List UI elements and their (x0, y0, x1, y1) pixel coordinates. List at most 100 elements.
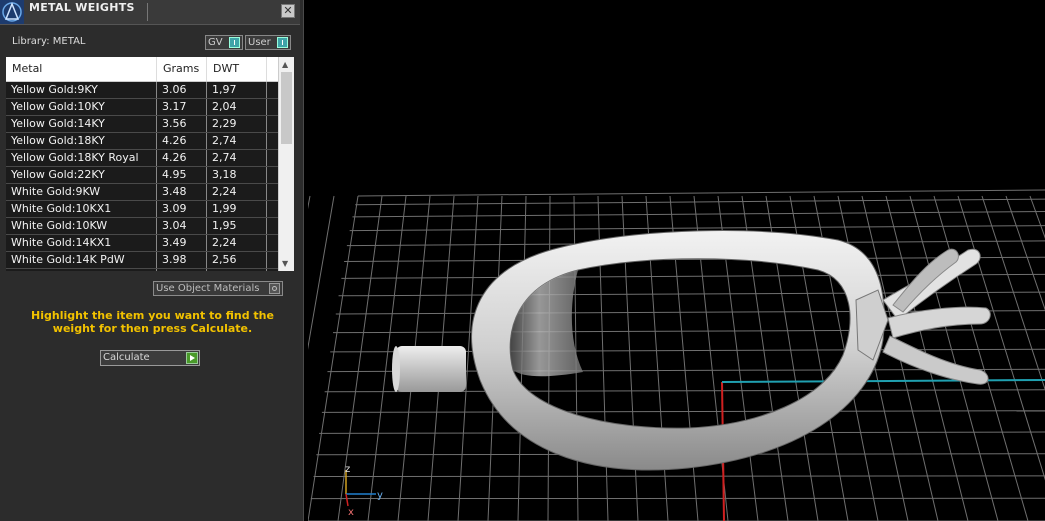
cell-grams: 4.26 (157, 150, 207, 166)
cell-spacer (267, 82, 278, 98)
table-row[interactable]: Yellow Gold:22KY 4.95 3,18 (6, 167, 278, 184)
grid-line (308, 195, 311, 210)
axis-gizmo: z y x (345, 464, 383, 518)
calculate-button[interactable]: Calculate (100, 350, 200, 366)
y-axis-line (721, 379, 1045, 383)
panel-titlebar[interactable]: METAL WEIGHTS ✕ (0, 0, 300, 25)
grid-line (321, 410, 1045, 413)
table-row[interactable]: White Gold:10KW 3.04 1,95 (6, 218, 278, 235)
cell-grams: 3.09 (157, 201, 207, 217)
table-scrollbar[interactable]: ▲ ▼ (278, 57, 294, 271)
column-header-dwt[interactable]: DWT (207, 57, 267, 81)
cell-spacer (267, 150, 278, 166)
cell-spacer (267, 133, 278, 149)
cell-grams: 3.17 (157, 99, 207, 115)
table-row[interactable]: Yellow Gold:9KY 3.06 1,97 (6, 82, 278, 99)
cell-grams: 3.06 (157, 82, 207, 98)
gizmo-y-label: y (377, 490, 383, 501)
column-header-metal[interactable]: Metal (6, 57, 157, 81)
cell-dwt: 1,99 (207, 269, 267, 271)
table-row[interactable]: Yellow Gold:10KY 3.17 2,04 (6, 99, 278, 116)
radio-icon[interactable] (269, 283, 280, 294)
gv-toggle-label: GV (208, 37, 223, 48)
grid-line (957, 195, 1045, 481)
use-object-materials-option[interactable]: Use Object Materials (153, 281, 283, 296)
table-row[interactable]: White Gold:9KW 3.48 2,24 (6, 184, 278, 201)
viewport-canvas[interactable]: z y x (308, 0, 1045, 521)
cell-spacer (267, 201, 278, 217)
scroll-up-icon[interactable]: ▲ (282, 60, 288, 69)
cell-spacer (267, 167, 278, 183)
gizmo-x-label: x (348, 507, 354, 518)
table-row[interactable]: White Gold:14K PdW 3.98 2,56 (6, 252, 278, 269)
cell-metal: White Gold:14KX1 (6, 235, 157, 251)
table-row[interactable]: Yellow Gold:18KY Royal 4.26 2,74 (6, 150, 278, 167)
cell-spacer (267, 116, 278, 132)
user-toggle-label: User (248, 37, 271, 48)
cell-dwt: 2,29 (207, 116, 267, 132)
cell-dwt: 2,24 (207, 184, 267, 200)
cell-spacer (267, 252, 278, 268)
cell-dwt: 1,97 (207, 82, 267, 98)
metal-weights-panel: METAL WEIGHTS ✕ Library: METAL GV User M… (0, 0, 304, 521)
table-body: Yellow Gold:9KY 3.06 1,97 Yellow Gold:10KY 3… (6, 82, 278, 271)
cell-dwt: 2,24 (207, 235, 267, 251)
cell-grams: 3.49 (157, 235, 207, 251)
user-toggle-knob-icon (277, 37, 288, 48)
cell-dwt: 2,04 (207, 99, 267, 115)
table-header: Metal Grams DWT (6, 57, 278, 82)
grid-line (308, 195, 335, 350)
cell-metal: Yellow Gold:22KY (6, 167, 157, 183)
cell-metal: White Gold:10KW (6, 218, 157, 234)
grid-line (308, 195, 359, 521)
column-header-grams[interactable]: Grams (157, 57, 207, 81)
cell-spacer (267, 184, 278, 200)
grid-line (933, 195, 1029, 521)
cell-grams: 4.95 (157, 167, 207, 183)
scroll-down-icon[interactable]: ▼ (282, 259, 288, 268)
cell-spacer (267, 99, 278, 115)
3d-viewport[interactable]: z y x (308, 0, 1045, 521)
gv-toggle[interactable]: GV (205, 35, 243, 50)
cell-metal: Yellow Gold:10KY (6, 99, 157, 115)
grid-line (357, 189, 1045, 197)
table-row[interactable]: Yellow Gold:14KY 3.56 2,29 (6, 116, 278, 133)
gizmo-z-label: z (345, 464, 350, 475)
close-button[interactable]: ✕ (281, 4, 295, 18)
cell-spacer (267, 218, 278, 234)
cell-grams: 3.98 (157, 252, 207, 268)
table-row[interactable]: White Gold:14KX1 3.49 2,24 (6, 235, 278, 252)
grid-line (1005, 195, 1045, 311)
cell-grams: 3.99 (157, 269, 207, 271)
cell-grams: 3.48 (157, 184, 207, 200)
user-toggle[interactable]: User (245, 35, 291, 50)
cell-spacer (267, 269, 278, 271)
table-row[interactable]: White Gold:14KW3.991,99 (6, 269, 278, 271)
use-object-materials-label: Use Object Materials (156, 283, 260, 294)
cell-metal: White Gold:9KW (6, 184, 157, 200)
title-separator (147, 3, 148, 21)
grid-line (338, 291, 1045, 297)
grid-line (352, 211, 1045, 218)
scroll-thumb[interactable] (281, 72, 292, 144)
grid-line (332, 329, 1045, 334)
metal-table: Metal Grams DWT Yellow Gold:9KY 3.06 1,97 Y… (6, 57, 294, 271)
cell-dwt: 2,74 (207, 150, 267, 166)
cell-dwt: 1,95 (207, 218, 267, 234)
table-row[interactable]: Yellow Gold:18KY 4.26 2,74 (6, 133, 278, 150)
cell-grams: 3.04 (157, 218, 207, 234)
cell-metal: White Gold:10KX1 (6, 201, 157, 217)
ring-prong-lower (882, 335, 989, 385)
ring-stub-end (392, 346, 400, 392)
play-arrow-icon (186, 352, 198, 364)
library-label: Library: METAL (12, 36, 86, 47)
cell-dwt: 2,56 (207, 252, 267, 268)
ring-shank-stub (396, 346, 466, 392)
grid-line (355, 198, 1045, 206)
cell-spacer (267, 235, 278, 251)
calculate-label: Calculate (103, 352, 150, 363)
cell-metal: Yellow Gold:18KY (6, 133, 157, 149)
table-row[interactable]: White Gold:10KX1 3.09 1,99 (6, 201, 278, 218)
panel-title: METAL WEIGHTS (29, 1, 135, 14)
instruction-text: Highlight the item you want to find the … (31, 309, 274, 335)
